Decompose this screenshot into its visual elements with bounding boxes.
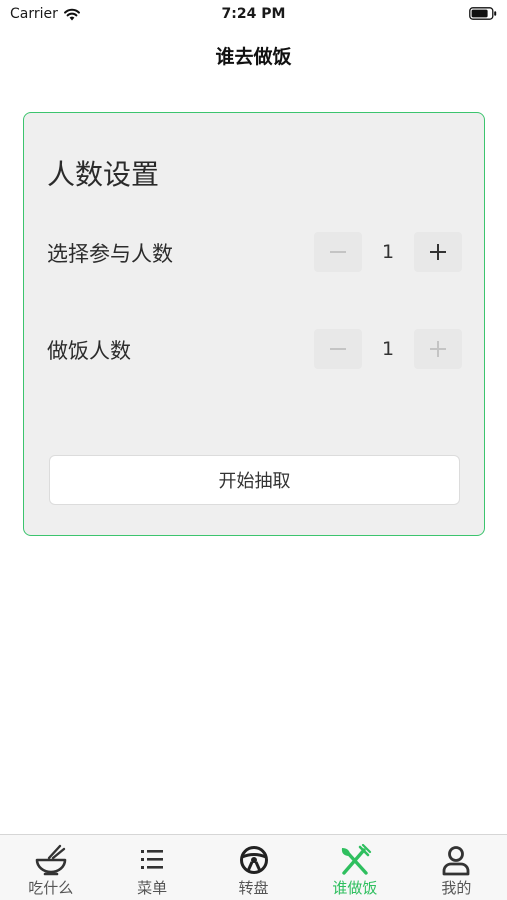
tab-label: 我的 xyxy=(441,879,472,897)
tab-label: 吃什么 xyxy=(28,879,74,897)
page-title: 谁去做饭 xyxy=(215,46,292,68)
tab-who-cooks[interactable]: 谁做饭 xyxy=(304,835,405,900)
tab-wheel[interactable]: 转盘 xyxy=(203,835,304,900)
status-time: 7:24 PM xyxy=(221,6,286,22)
participants-value: 1 xyxy=(381,241,395,263)
battery-icon xyxy=(469,7,497,20)
person-icon xyxy=(442,846,470,876)
plus-icon xyxy=(430,341,446,357)
bowl-icon xyxy=(35,844,67,876)
start-draw-button[interactable]: 开始抽取 xyxy=(49,455,460,505)
status-bar: Carrier 7:24 PM xyxy=(0,0,507,28)
participants-label: 选择参与人数 xyxy=(47,242,173,266)
utensils-icon xyxy=(341,844,372,875)
participants-decrement-button[interactable] xyxy=(314,232,362,272)
people-settings-card: 人数设置 选择参与人数 1 做饭人数 1 开始抽取 xyxy=(23,112,485,536)
participants-stepper: 1 xyxy=(314,232,462,272)
minus-icon xyxy=(330,251,346,253)
minus-icon xyxy=(330,348,346,350)
list-icon xyxy=(141,850,164,869)
tab-label: 菜单 xyxy=(137,879,168,897)
tab-label: 转盘 xyxy=(238,879,269,897)
cooks-stepper: 1 xyxy=(314,329,462,369)
cooks-increment-button[interactable] xyxy=(414,329,462,369)
tab-menu[interactable]: 菜单 xyxy=(101,835,202,900)
tab-label: 谁做饭 xyxy=(332,879,378,897)
plus-icon xyxy=(430,244,446,260)
tab-bar: 吃什么 菜单 转盘 谁做饭 我的 xyxy=(0,834,507,900)
cooks-value: 1 xyxy=(381,338,395,360)
wheel-icon xyxy=(239,846,268,874)
cooks-decrement-button[interactable] xyxy=(314,329,362,369)
tab-mine[interactable]: 我的 xyxy=(406,835,507,900)
participants-increment-button[interactable] xyxy=(414,232,462,272)
cooks-label: 做饭人数 xyxy=(47,339,131,363)
tab-what-to-eat[interactable]: 吃什么 xyxy=(0,835,101,900)
card-title: 人数设置 xyxy=(47,158,160,191)
